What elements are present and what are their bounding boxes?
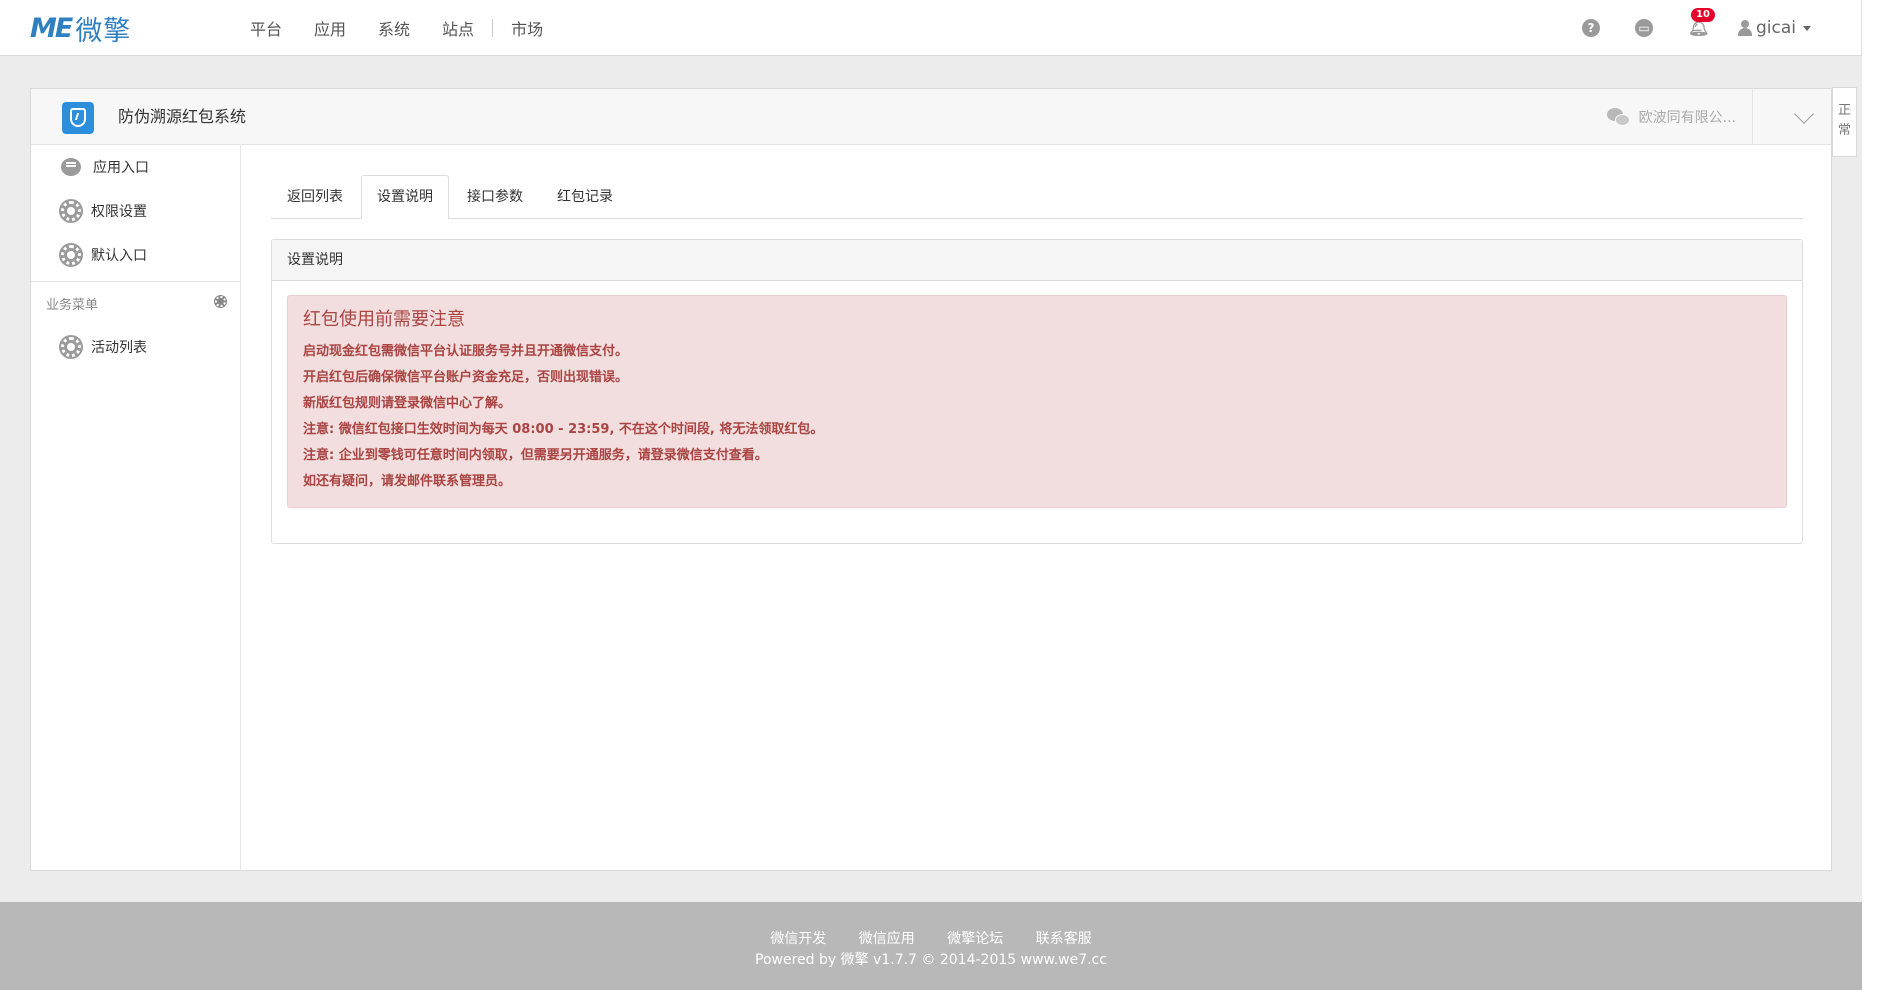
tab-back-to-list[interactable]: 返回列表 [271, 175, 359, 218]
gear-icon [61, 245, 81, 265]
sidebar-item-activity-list[interactable]: 活动列表 [31, 325, 240, 369]
app-header: 防伪溯源红包系统 欧波同有限公... [31, 89, 1831, 145]
account-name: 欧波同有限公... [1638, 110, 1736, 126]
tab-bar: 返回列表 设置说明 接口参数 红包记录 [271, 175, 1803, 219]
username: gicai [1755, 18, 1796, 38]
nav-item-platform[interactable]: 平台 [250, 16, 282, 40]
alert-line: 开启红包后确保微信平台账户资金充足，否则出现错误。 [303, 370, 629, 385]
settings-guide-box: 设置说明 红包使用前需要注意 启动现金红包需微信平台认证服务号并且开通微信支付。… [271, 239, 1803, 544]
chat-icon [61, 158, 81, 176]
sidebar: 应用入口 权限设置 默认入口 业务菜单 活动列表 [31, 145, 241, 871]
sidebar-group-title: 业务菜单 [46, 298, 99, 313]
sidebar-item-label: 默认入口 [91, 248, 147, 264]
app-title: 防伪溯源红包系统 [118, 107, 247, 126]
gear-icon [61, 337, 81, 357]
app-panel: 防伪溯源红包系统 欧波同有限公... 应用入口 权限设置 默认入口 业务菜单 活… [30, 88, 1832, 871]
alert-line: 注意: 企业到零钱可任意时间内领取，但需要另开通服务，请登录微信支付查看。 [303, 448, 768, 463]
footer-link-forum[interactable]: 微擎论坛 [947, 931, 1003, 947]
nav-item-system[interactable]: 系统 [378, 16, 410, 40]
footer: 微信开发 微信应用 微擎论坛 联系客服 Powered by 微擎 v1.7.7… [0, 902, 1862, 990]
logo-word: 微擎 [75, 15, 132, 47]
user-menu[interactable]: gicai [1737, 18, 1811, 38]
wechat-icon [1606, 107, 1631, 127]
group-settings-icon[interactable] [215, 296, 226, 307]
user-icon [1737, 20, 1752, 36]
copyright: Powered by 微擎 v1.7.7 © 2014-2015 www.we7… [755, 952, 1107, 968]
footer-link-apps[interactable]: 微信应用 [859, 931, 915, 947]
box-title: 设置说明 [272, 240, 1802, 281]
sidebar-group-business: 业务菜单 [31, 281, 240, 325]
alert-line: 启动现金红包需微信平台认证服务号并且开通微信支付。 [303, 344, 629, 359]
alert-line: 如还有疑问，请发邮件联系管理员。 [303, 474, 512, 489]
alert-line: 新版红包规则请登录微信中心了解。 [303, 396, 512, 411]
sidebar-item-default-entry[interactable]: 默认入口 [31, 233, 240, 277]
chevron-down-icon[interactable] [1794, 104, 1814, 124]
main-content: 返回列表 设置说明 接口参数 红包记录 设置说明 红包使用前需要注意 启动现金红… [271, 145, 1803, 544]
message-icon[interactable]: ▭ [1634, 19, 1653, 37]
nav-divider [492, 19, 494, 37]
tab-redpacket-records[interactable]: 红包记录 [541, 175, 629, 218]
nav-item-apps[interactable]: 应用 [314, 16, 346, 40]
tab-api-params[interactable]: 接口参数 [451, 175, 539, 218]
sidebar-item-app-entry[interactable]: 应用入口 [31, 145, 240, 189]
notification-badge: 10 [1690, 8, 1715, 22]
navbar-tools: ? ▭ 🔔︎ 10 gicai [1547, 0, 1811, 56]
main-nav: 平台 应用 系统 站点 市场 [250, 0, 575, 56]
footer-link-dev[interactable]: 微信开发 [770, 931, 826, 947]
logo-mark: ME [30, 12, 73, 44]
nav-item-site[interactable]: 站点 [442, 16, 474, 40]
sidebar-item-label: 活动列表 [91, 340, 147, 356]
gear-icon [61, 201, 81, 221]
notice-alert: 红包使用前需要注意 启动现金红包需微信平台认证服务号并且开通微信支付。 开启红包… [287, 295, 1787, 508]
sidebar-item-permissions[interactable]: 权限设置 [31, 189, 240, 233]
sidebar-item-label: 应用入口 [93, 160, 149, 176]
footer-link-support[interactable]: 联系客服 [1036, 931, 1092, 947]
help-icon[interactable]: ? [1581, 19, 1600, 37]
footer-links: 微信开发 微信应用 微擎论坛 联系客服 [0, 928, 1862, 948]
nav-item-market[interactable]: 市场 [511, 16, 543, 40]
sidebar-item-label: 权限设置 [91, 204, 147, 220]
alert-line: 注意: 微信红包接口生效时间为每天 08:00 - 23:59, 不在这个时间段… [303, 422, 824, 437]
bell-icon[interactable]: 🔔︎ 10 [1688, 8, 1715, 37]
account-switcher[interactable]: 欧波同有限公... [1606, 89, 1753, 145]
shield-app-icon [62, 102, 94, 134]
alert-heading: 红包使用前需要注意 [303, 309, 465, 330]
status-side-tab[interactable]: 正常 [1832, 87, 1857, 157]
caret-down-icon [1803, 25, 1811, 31]
top-navbar: ME 微擎 平台 应用 系统 站点 市场 ? ▭ 🔔︎ 10 gicai [0, 0, 1862, 56]
brand-logo[interactable]: ME 微擎 [30, 12, 131, 47]
tab-settings-guide[interactable]: 设置说明 [361, 175, 449, 219]
right-edge [1862, 0, 1880, 990]
